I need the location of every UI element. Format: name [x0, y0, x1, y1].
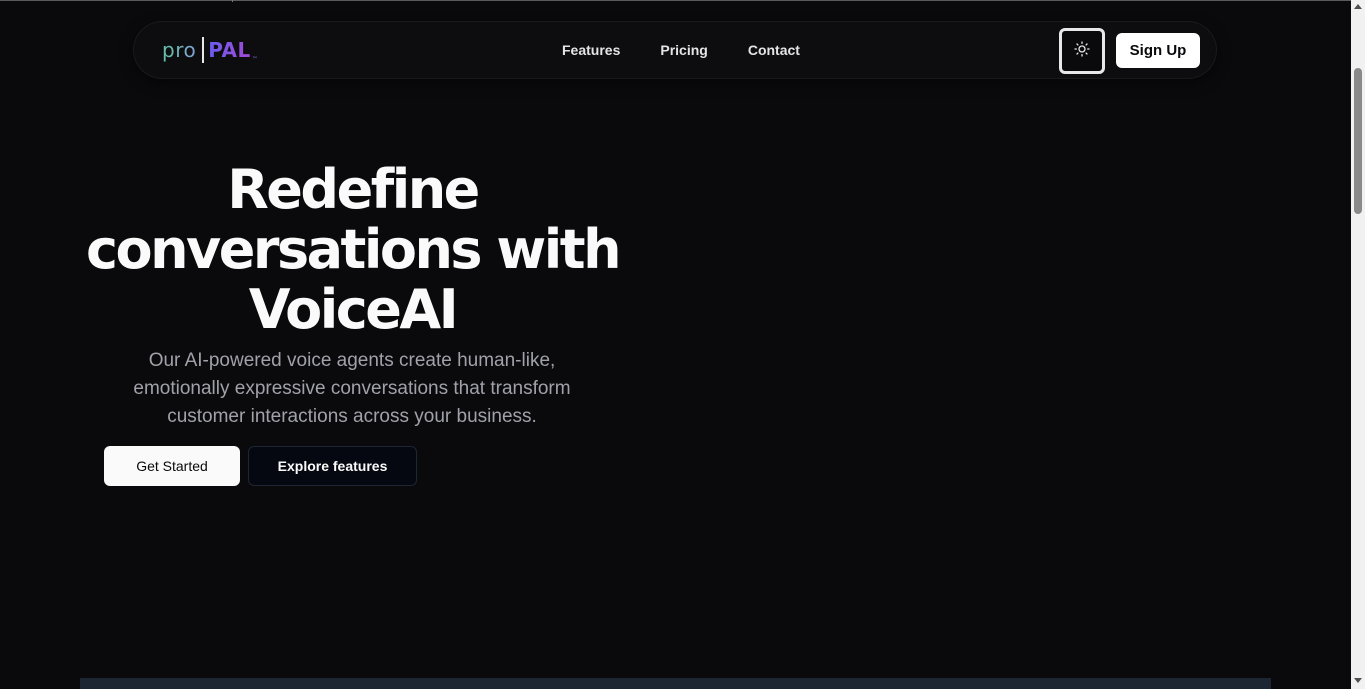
logo-trademark: ™: [251, 55, 259, 63]
scroll-down-arrow-icon[interactable]: [1354, 678, 1362, 683]
hero-subtitle: Our AI-powered voice agents create human…: [133, 350, 571, 427]
nav-link-contact[interactable]: Contact: [748, 40, 800, 60]
page: pro PAL ™ Features Pricing Contact Sign …: [0, 0, 1365, 689]
logo[interactable]: pro PAL ™: [162, 36, 258, 64]
window-top-border: [0, 0, 1351, 3]
signup-button[interactable]: Sign Up: [1116, 33, 1200, 68]
nav-links: Features Pricing Contact: [562, 40, 840, 60]
explore-features-button[interactable]: Explore features: [248, 446, 417, 486]
next-section-edge: [80, 678, 1271, 689]
logo-divider: [202, 37, 205, 63]
scroll-up-arrow-icon[interactable]: [1354, 4, 1362, 9]
get-started-button[interactable]: Get Started: [104, 446, 240, 486]
hero-title: Redefine conversations with VoiceAI: [85, 158, 622, 341]
nav-link-pricing[interactable]: Pricing: [660, 40, 707, 60]
scrollbar-thumb[interactable]: [1354, 68, 1362, 214]
sun-icon: [1074, 40, 1090, 62]
navbar: pro PAL ™ Features Pricing Contact Sign …: [134, 22, 1216, 78]
theme-toggle-button[interactable]: [1059, 28, 1105, 74]
logo-pro-text: pro: [162, 38, 197, 62]
logo-pal-text: PAL: [208, 38, 251, 62]
vertical-scrollbar[interactable]: [1351, 0, 1365, 689]
nav-link-features[interactable]: Features: [562, 40, 620, 60]
